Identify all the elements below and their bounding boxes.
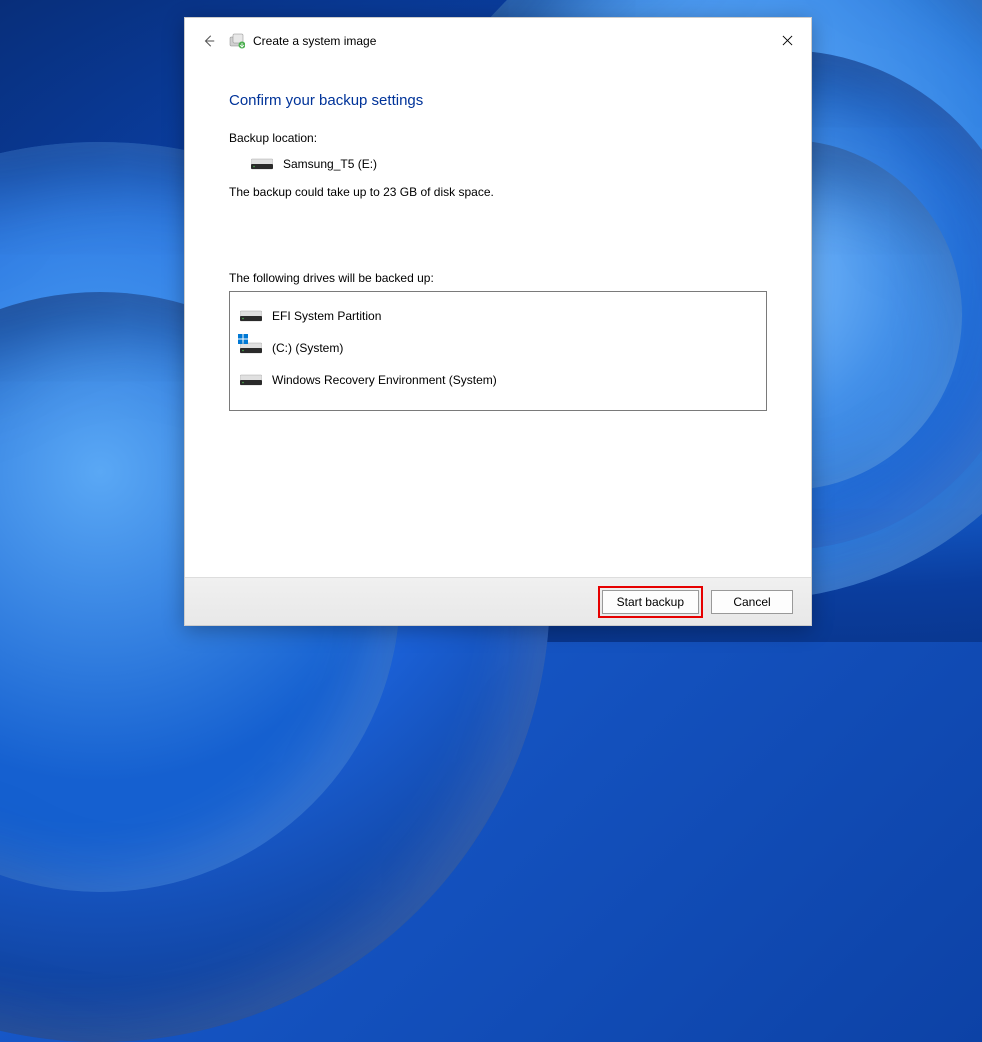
drive-name: EFI System Partition — [272, 309, 381, 323]
start-backup-button[interactable]: Start backup — [602, 590, 699, 614]
hard-drive-icon — [240, 373, 262, 387]
backup-location-value: Samsung_T5 (E:) — [283, 157, 377, 171]
backup-location-row: Samsung_T5 (E:) — [229, 157, 767, 171]
drive-row-recovery: Windows Recovery Environment (System) — [240, 364, 756, 396]
windows-logo-icon — [238, 333, 248, 343]
hard-drive-icon — [251, 157, 273, 171]
backup-app-icon — [229, 33, 245, 49]
backup-location-label: Backup location: — [229, 131, 767, 145]
hard-drive-icon — [240, 309, 262, 323]
drives-list-box: EFI System Partition — [229, 291, 767, 411]
system-image-dialog: Create a system image Confirm your backu… — [184, 17, 812, 626]
space-estimate-text: The backup could take up to 23 GB of dis… — [229, 185, 767, 199]
dialog-header: Create a system image — [185, 18, 811, 64]
drives-list-label: The following drives will be backed up: — [229, 271, 767, 285]
drive-name: (C:) (System) — [272, 341, 343, 355]
drive-row-efi: EFI System Partition — [240, 300, 756, 332]
drive-row-c: (C:) (System) — [240, 332, 756, 364]
dialog-body: Confirm your backup settings Backup loca… — [185, 64, 811, 577]
annotation-highlight: Start backup — [598, 586, 703, 618]
drive-name: Windows Recovery Environment (System) — [272, 373, 497, 387]
dialog-title: Create a system image — [253, 34, 376, 48]
close-button[interactable] — [777, 30, 797, 50]
back-button[interactable] — [199, 31, 219, 51]
page-heading: Confirm your backup settings — [229, 92, 767, 109]
dialog-footer: Start backup Cancel — [185, 577, 811, 625]
cancel-button[interactable]: Cancel — [711, 590, 793, 614]
